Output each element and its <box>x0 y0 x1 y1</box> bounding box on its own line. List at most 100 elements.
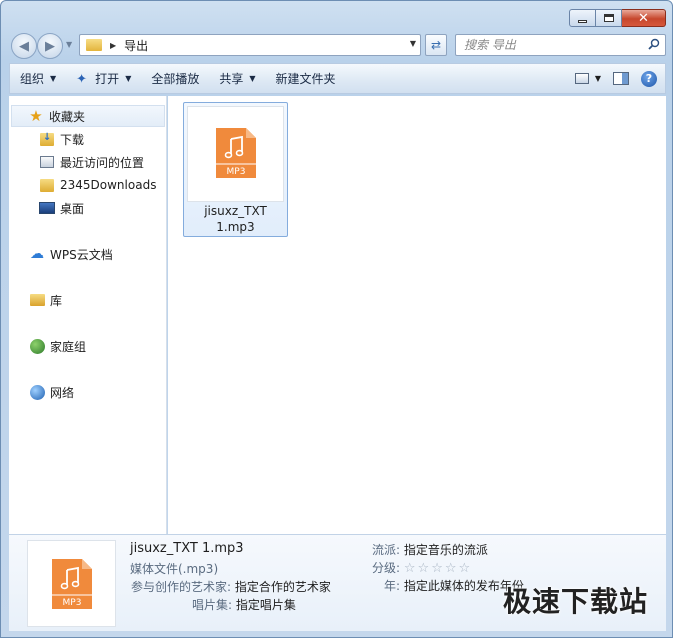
chevron-down-icon: ▼ <box>50 74 57 83</box>
file-list[interactable]: MP3 jisuxz_TXT 1.mp3 <box>168 96 666 534</box>
nav-item-2345downloads[interactable]: 2345Downloads <box>39 174 156 196</box>
maximize-button[interactable] <box>596 9 622 27</box>
downloads-folder-icon <box>40 132 54 146</box>
details-genre-row: 流派: 指定音乐的流派 <box>372 541 488 558</box>
file-thumbnail: MP3 <box>187 106 284 202</box>
nav-label: 家庭组 <box>50 339 87 354</box>
new-folder-button[interactable]: 新建文件夹 <box>266 68 346 90</box>
close-icon: ✕ <box>638 10 649 26</box>
details-file-type: 媒体文件(.mp3) <box>130 562 219 576</box>
change-view-button[interactable]: ▼ <box>574 73 601 84</box>
rating-stars[interactable]: ☆ ☆ ☆ ☆ ☆ <box>404 561 470 576</box>
preview-pane-icon[interactable] <box>613 72 629 85</box>
year-label: 年: <box>384 579 401 593</box>
nav-item-homegroup[interactable]: 家庭组 <box>29 335 86 357</box>
nav-item-favorites[interactable]: ★ 收藏夹 <box>11 105 165 127</box>
album-value[interactable]: 指定唱片集 <box>236 598 296 612</box>
share-label: 共享 <box>219 72 244 86</box>
nav-item-libraries[interactable]: 库 <box>29 289 62 311</box>
folder-icon <box>40 178 54 192</box>
search-box[interactable] <box>455 34 666 56</box>
artist-value[interactable]: 指定合作的艺术家 <box>235 580 331 594</box>
mp3-file-icon: MP3 <box>52 559 92 609</box>
nav-item-downloads[interactable]: 下载 <box>39 128 84 150</box>
recent-places-icon <box>40 156 54 168</box>
play-all-button[interactable]: 全部播放 <box>141 68 209 90</box>
open-with-icon: ✦ <box>76 71 88 87</box>
explorer-window: ✕ ◀ ▶ ▼ ▶ 导出 ▼ ⇄ 组织 ▼ ✦ 打开 ▼ 全部播放 共享 ▼ 新建文件夹 <box>0 0 673 638</box>
homegroup-icon <box>29 338 45 354</box>
maximize-icon <box>603 14 614 22</box>
details-artist-row: 参与创作的艺术家: 指定合作的艺术家 <box>131 578 331 595</box>
back-button[interactable]: ◀ <box>11 33 37 59</box>
forward-button[interactable]: ▶ <box>37 33 63 59</box>
arrow-right-icon: ▶ <box>45 38 55 54</box>
network-icon <box>29 384 45 400</box>
help-icon[interactable]: ? <box>641 70 657 87</box>
desktop-icon <box>39 202 55 214</box>
recent-pages-dropdown[interactable]: ▼ <box>66 40 72 49</box>
address-row: ◀ ▶ ▼ ▶ 导出 ▼ ⇄ <box>9 31 666 59</box>
nav-label: 2345Downloads <box>60 178 157 192</box>
file-name-line2: 1.mp3 <box>216 220 255 234</box>
mp3-file-icon: MP3 <box>216 128 256 178</box>
details-file-name: jisuxz_TXT 1.mp3 <box>130 541 244 556</box>
file-item[interactable]: MP3 jisuxz_TXT 1.mp3 <box>183 102 288 237</box>
nav-label: 收藏夹 <box>49 109 86 124</box>
address-history-dropdown[interactable]: ▼ <box>410 39 416 48</box>
details-thumbnail: MP3 <box>27 540 116 627</box>
nav-label: 桌面 <box>60 201 85 216</box>
navigation-pane: ★ 收藏夹 下载 最近访问的位置 2345Downloads 桌面 ☁ WPS云… <box>9 96 167 534</box>
nav-item-recent-places[interactable]: 最近访问的位置 <box>39 151 144 173</box>
chevron-down-icon: ▼ <box>249 74 256 83</box>
star-icon[interactable]: ☆ <box>445 561 457 576</box>
command-bar: 组织 ▼ ✦ 打开 ▼ 全部播放 共享 ▼ 新建文件夹 ▼ ? <box>9 63 666 94</box>
open-button[interactable]: ✦ 打开 ▼ <box>66 68 141 90</box>
star-icon: ★ <box>29 107 43 125</box>
watermark: 极速下载站 <box>502 585 648 618</box>
nav-item-desktop[interactable]: 桌面 <box>39 197 84 219</box>
star-icon[interactable]: ☆ <box>418 561 430 576</box>
folder-icon <box>86 39 102 51</box>
view-icon <box>574 73 589 84</box>
nav-label: 网络 <box>50 385 75 400</box>
nav-label: 库 <box>50 293 63 308</box>
star-icon[interactable]: ☆ <box>404 561 416 576</box>
file-name: jisuxz_TXT 1.mp3 <box>184 203 287 235</box>
artist-label: 参与创作的艺术家: <box>131 580 232 594</box>
open-label: 打开 <box>95 72 120 86</box>
mp3-badge-label: MP3 <box>227 167 246 177</box>
album-label: 唱片集: <box>192 598 233 612</box>
nav-label: 下载 <box>60 132 85 147</box>
details-pane: MP3 jisuxz_TXT 1.mp3 媒体文件(.mp3) 参与创作的艺术家… <box>9 534 666 631</box>
view-controls: ▼ ? <box>574 70 665 87</box>
caption-buttons: ✕ <box>569 9 666 27</box>
share-button[interactable]: 共享 ▼ <box>209 68 265 90</box>
refresh-button[interactable]: ⇄ <box>425 34 447 56</box>
details-rating-row: 分级: ☆ ☆ ☆ ☆ ☆ <box>372 559 470 576</box>
address-bar[interactable]: ▶ 导出 ▼ <box>79 34 421 56</box>
breadcrumb-chevron-icon[interactable]: ▶ <box>110 41 116 50</box>
star-icon[interactable]: ☆ <box>459 561 471 576</box>
star-icon[interactable]: ☆ <box>431 561 443 576</box>
organize-button[interactable]: 组织 ▼ <box>10 68 66 90</box>
search-icon[interactable] <box>648 38 660 50</box>
nav-item-wps-cloud[interactable]: ☁ WPS云文档 <box>29 243 113 265</box>
nav-label: WPS云文档 <box>50 247 113 262</box>
chevron-down-icon: ▼ <box>125 74 132 83</box>
chevron-down-icon: ▼ <box>594 74 601 83</box>
close-button[interactable]: ✕ <box>622 9 666 27</box>
cloud-icon: ☁ <box>30 246 44 262</box>
play-all-label: 全部播放 <box>151 72 200 86</box>
minimize-button[interactable] <box>569 9 596 27</box>
organize-label: 组织 <box>20 72 45 86</box>
nav-item-network[interactable]: 网络 <box>29 381 74 403</box>
search-input[interactable] <box>456 35 636 55</box>
minimize-icon <box>578 19 587 23</box>
mp3-badge-label: MP3 <box>63 598 82 608</box>
arrow-left-icon: ◀ <box>19 38 29 54</box>
nav-label: 最近访问的位置 <box>60 155 145 170</box>
genre-value[interactable]: 指定音乐的流派 <box>404 543 488 557</box>
breadcrumb-current[interactable]: 导出 <box>124 37 148 54</box>
library-icon <box>29 294 45 306</box>
